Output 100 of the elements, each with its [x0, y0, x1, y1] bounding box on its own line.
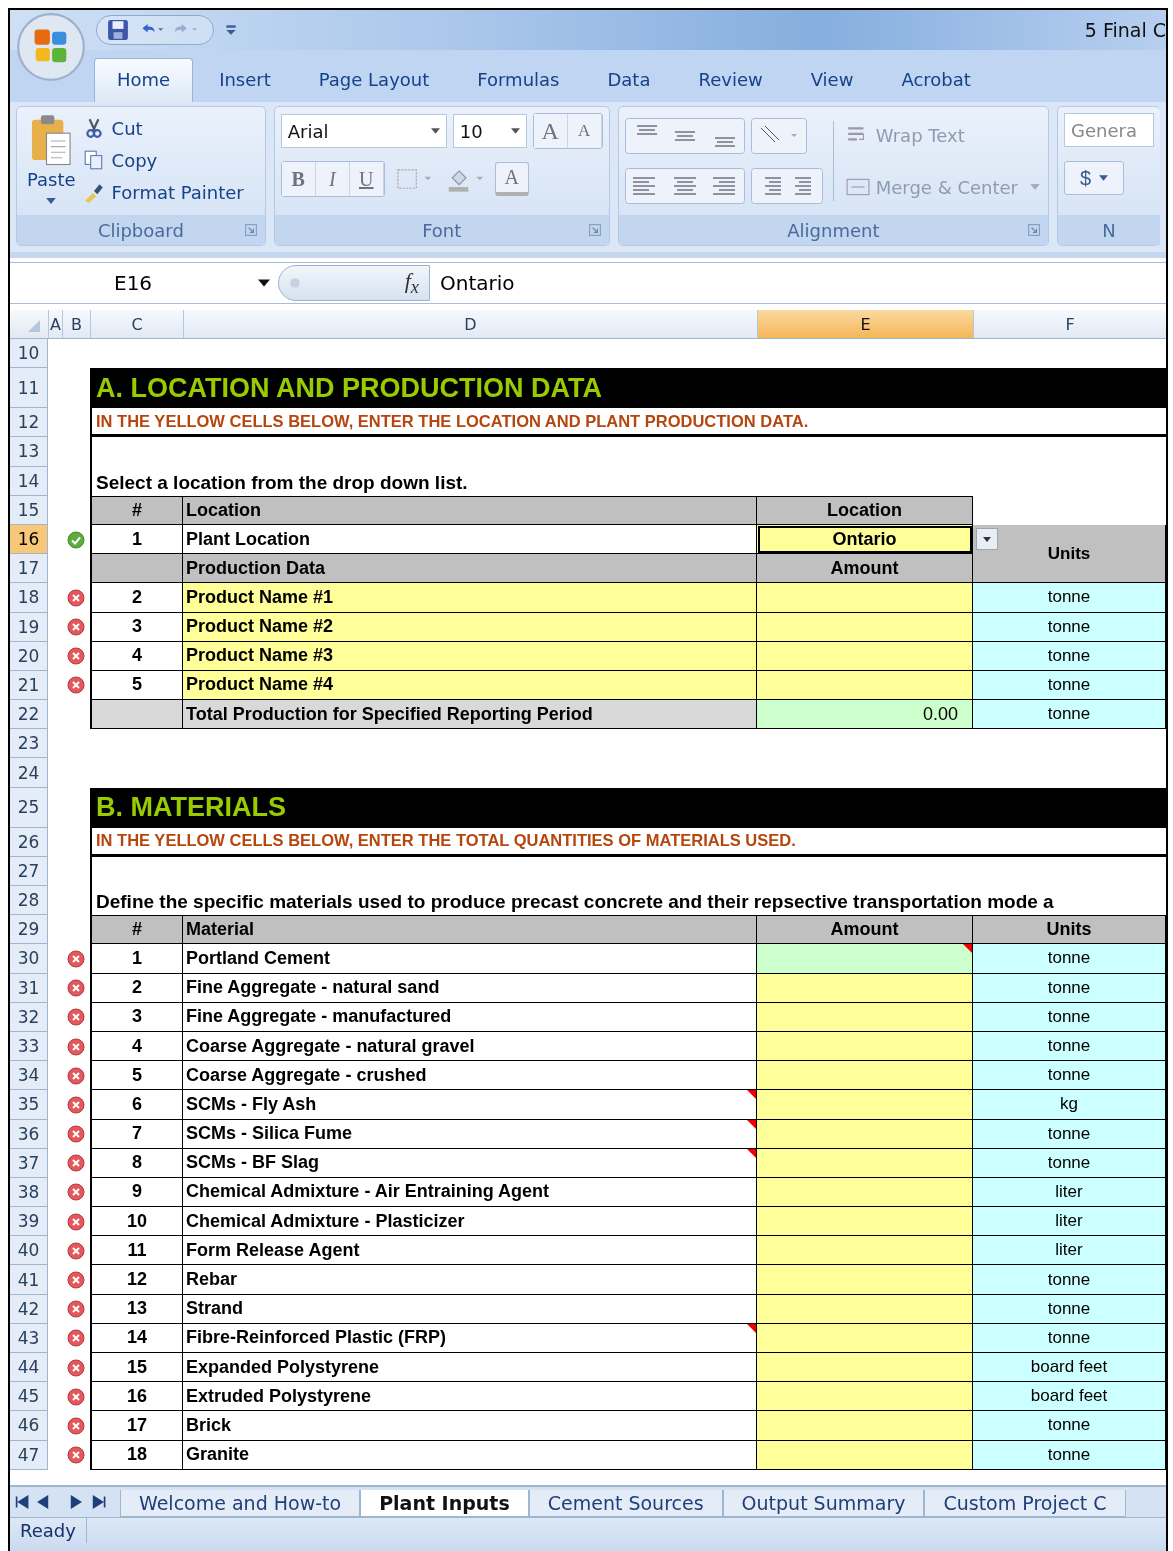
- row-header[interactable]: 18: [10, 583, 48, 613]
- row-header[interactable]: 33: [10, 1031, 48, 1062]
- row-header[interactable]: 36: [10, 1119, 48, 1149]
- bold-button[interactable]: B: [281, 162, 316, 196]
- dialog-launcher-icon[interactable]: [588, 224, 601, 236]
- row-header[interactable]: 12: [10, 408, 48, 438]
- table-cell: Units: [973, 915, 1166, 945]
- column-header[interactable]: F: [973, 310, 1166, 338]
- column-header[interactable]: A: [48, 310, 62, 338]
- row-header[interactable]: 19: [10, 612, 48, 642]
- font-size-dropdown[interactable]: 10: [452, 114, 527, 148]
- section-title: A. LOCATION AND PRODUCTION DATA: [90, 368, 1166, 409]
- row-header[interactable]: 41: [10, 1265, 48, 1295]
- font-color-button[interactable]: A: [494, 162, 529, 196]
- row-header[interactable]: 26: [10, 827, 48, 857]
- ribbon-tab[interactable]: Page Layout: [296, 59, 452, 102]
- row-header[interactable]: 47: [10, 1440, 48, 1470]
- row-header[interactable]: 30: [10, 944, 48, 974]
- column-header[interactable]: C: [90, 310, 183, 338]
- row-header[interactable]: 15: [10, 495, 48, 525]
- row-header[interactable]: 27: [10, 856, 48, 886]
- vertical-align-icons[interactable]: [624, 118, 745, 154]
- row-header[interactable]: 24: [10, 758, 48, 788]
- row-header[interactable]: 10: [10, 339, 48, 369]
- indent-icons[interactable]: [750, 168, 823, 204]
- row-header[interactable]: 35: [10, 1090, 48, 1120]
- row-header[interactable]: 11: [10, 368, 48, 409]
- horizontal-align-icons[interactable]: [624, 168, 745, 204]
- column-header[interactable]: E: [757, 310, 973, 338]
- row-header[interactable]: 37: [10, 1148, 48, 1178]
- ribbon-tab[interactable]: Acrobat: [879, 59, 993, 102]
- insert-function-button[interactable]: f$_{x}$: [278, 265, 430, 301]
- row-header[interactable]: 28: [10, 886, 48, 916]
- ribbon-tab[interactable]: Insert: [197, 59, 293, 102]
- row-header[interactable]: 43: [10, 1323, 48, 1353]
- row-header[interactable]: 23: [10, 729, 48, 759]
- row-header[interactable]: 46: [10, 1411, 48, 1441]
- row-header[interactable]: 31: [10, 973, 48, 1003]
- column-header[interactable]: B: [62, 310, 90, 338]
- table-cell: tonne: [973, 612, 1166, 642]
- ribbon-tab[interactable]: Data: [585, 59, 673, 102]
- table-cell: Chemical Admixture - Air Entraining Agent: [183, 1177, 757, 1208]
- instruction-text: IN THE YELLOW CELLS BELOW, ENTER THE TOTAL QUANTITIES OF MATERIALS USED.: [90, 827, 1166, 857]
- table-cell: Units: [973, 524, 1166, 584]
- currency-button[interactable]: $: [1064, 161, 1124, 195]
- dialog-launcher-icon[interactable]: [244, 224, 257, 236]
- sheet-tab[interactable]: Plant Inputs: [360, 1490, 529, 1517]
- row-header[interactable]: 39: [10, 1207, 48, 1237]
- table-cell: board feet: [973, 1353, 1166, 1383]
- formula-field[interactable]: Ontario: [430, 264, 1166, 302]
- dialog-launcher-icon[interactable]: [1028, 224, 1040, 236]
- section-title: B. MATERIALS: [90, 787, 1166, 828]
- table-cell: Fibre-Reinforced Plastic (FRP): [183, 1323, 757, 1353]
- row-header[interactable]: 44: [10, 1353, 48, 1383]
- name-box[interactable]: E16: [10, 271, 278, 295]
- table-cell: #: [90, 495, 183, 525]
- ribbon-tab[interactable]: Home: [94, 58, 194, 102]
- table-cell: Location: [757, 495, 973, 525]
- ribbon-tab[interactable]: View: [788, 59, 876, 102]
- row-header[interactable]: 14: [10, 466, 48, 496]
- sheet-tab[interactable]: Cement Sources: [528, 1490, 723, 1517]
- row-header[interactable]: 16: [10, 524, 48, 555]
- table-cell: SCMs - Silica Fume: [183, 1119, 757, 1149]
- table-cell: tonne: [973, 583, 1166, 613]
- row-header[interactable]: 17: [10, 554, 48, 584]
- cut-button[interactable]: Cut: [79, 113, 246, 143]
- orientation-icon[interactable]: [750, 118, 807, 154]
- row-header[interactable]: 45: [10, 1382, 48, 1412]
- row-header[interactable]: 21: [10, 670, 48, 701]
- table-cell: Expanded Polystyrene: [183, 1353, 757, 1383]
- ribbon-tab[interactable]: Formulas: [455, 59, 582, 102]
- table-cell: tonne: [973, 1323, 1166, 1353]
- table-cell: Granite: [183, 1440, 757, 1470]
- row-header[interactable]: 34: [10, 1061, 48, 1091]
- knob-icon: [289, 277, 301, 289]
- row-header[interactable]: 42: [10, 1294, 48, 1324]
- format-painter-button[interactable]: Format Painter: [79, 177, 246, 207]
- table-cell: Total Production for Specified Reporting Period: [183, 700, 757, 730]
- grow-font-button[interactable]: A: [533, 114, 568, 148]
- table-cell: Coarse Aggregate - crushed: [183, 1061, 757, 1091]
- row-header[interactable]: 20: [10, 641, 48, 671]
- font-name-dropdown[interactable]: Arial: [280, 114, 447, 148]
- row-header[interactable]: 13: [10, 437, 48, 467]
- row-header[interactable]: 38: [10, 1177, 48, 1208]
- sheet-tab[interactable]: Output Summary: [722, 1490, 925, 1517]
- row-header[interactable]: 25: [10, 787, 48, 828]
- row-header[interactable]: 40: [10, 1236, 48, 1266]
- row-header[interactable]: 29: [10, 915, 48, 945]
- table-cell: tonne: [973, 700, 1166, 730]
- number-format-dropdown[interactable]: Genera: [1064, 113, 1154, 147]
- table-cell: tonne: [973, 1002, 1166, 1032]
- paste-button[interactable]: Paste: [23, 113, 80, 209]
- copy-button[interactable]: Copy: [79, 145, 246, 175]
- ribbon-tab[interactable]: Review: [676, 59, 785, 102]
- row-header[interactable]: 22: [10, 700, 48, 730]
- customize-toolbar-icon[interactable]: [224, 23, 238, 37]
- sheet-tab[interactable]: Custom Project C: [924, 1490, 1126, 1517]
- save-icon[interactable]: [105, 19, 131, 41]
- sheet-tab[interactable]: Welcome and How-to: [120, 1490, 361, 1517]
- row-header[interactable]: 32: [10, 1002, 48, 1032]
